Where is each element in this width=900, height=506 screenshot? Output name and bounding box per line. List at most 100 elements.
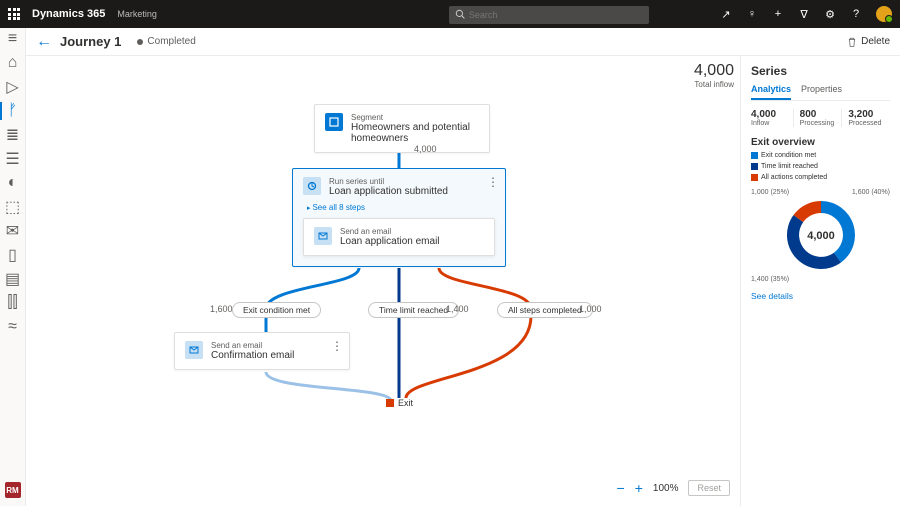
brand-name: Dynamics 365 [32,8,105,20]
donut-chart: 4,000 1,000 (25%) 1,600 (40%) 1,400 (35%… [751,187,890,283]
left-nav-rail: ≡ ⌂ ▷ ᚠ ≣ ☰ ◐ ⬚ ✉ ▯ ▤ ⫿⫿ ≈ RM [0,28,26,506]
donut-label-tl: 1,000 (25%) [751,189,789,196]
exit-icon [386,399,394,407]
chart-legend: Exit condition met Time limit reached Al… [751,152,890,181]
help-icon[interactable]: ? [850,8,862,20]
total-inflow-label: Total inflow [694,80,734,89]
stat-processing: 800 Processing [800,109,843,127]
donut-label-tr: 1,600 (40%) [852,189,890,196]
zoom-reset-button[interactable]: Reset [688,480,730,496]
zoom-out-button[interactable]: − [617,480,625,496]
email-icon [314,227,332,245]
branch-mid-count: 1,400 [446,304,469,314]
settings-icon[interactable]: ⚙ [824,8,836,20]
node-segment[interactable]: Segment Homeowners and potential homeown… [314,104,490,153]
node-more-icon[interactable]: ⋮ [487,175,499,189]
contacts-icon[interactable]: ☰ [6,152,20,166]
confirm-sublabel: Send an email [211,341,294,350]
zoom-level: 100% [653,483,679,494]
properties-panel: Series Analytics Properties 4,000 Inflow… [740,56,900,506]
donut-center-value: 4,000 [807,230,835,242]
total-inflow-value: 4,000 [694,62,734,80]
segments-icon[interactable]: ≣ [6,128,20,142]
search-wrapper [449,5,649,24]
total-inflow: 4,000 Total inflow [694,62,734,89]
assets-icon[interactable]: ⬚ [6,200,20,214]
stats-row: 4,000 Inflow 800 Processing 3,200 Proces… [751,109,890,127]
stat-inflow-label: Inflow [751,120,793,127]
form-icon[interactable]: ▤ [6,272,20,286]
panel-title: Series [751,64,890,78]
insights-icon[interactable]: ≈ [6,320,20,334]
node-series-child[interactable]: Send an email Loan application email [303,218,495,256]
donut-label-bl: 1,400 (35%) [751,276,789,283]
stat-processed-label: Processed [848,120,890,127]
page-icon[interactable]: ▯ [6,248,20,262]
stat-inflow-value: 4,000 [751,109,793,120]
legend-exit: Exit condition met [761,152,816,159]
lightbulb-icon[interactable]: ♀ [746,8,758,20]
segment-sublabel: Segment [351,113,479,122]
exit-node[interactable]: Exit [386,398,413,408]
exit-label: Exit [398,398,413,408]
overview-title: Exit overview [751,137,890,148]
zoom-controls: − + 100% Reset [617,480,730,496]
branch-left-count: 1,600 [210,304,233,314]
rail-bottom: RM [5,482,21,498]
hamburger-icon[interactable]: ≡ [6,32,20,46]
delete-button[interactable]: Delete [847,36,890,47]
segment-label: Homeowners and potential homeowners [351,122,479,144]
delete-label: Delete [861,36,890,47]
see-details-link[interactable]: See details [751,291,793,301]
child-sublabel: Send an email [340,227,440,236]
series-icon [303,177,321,195]
global-header: Dynamics 365 Marketing ↗ ♀ + ∇ ⚙ ? [0,0,900,28]
journey-status: Completed [147,36,195,47]
panel-tabs: Analytics Properties [751,84,890,101]
stat-processing-value: 800 [800,109,842,120]
branch-right-count: 1,000 [579,304,602,314]
child-label: Loan application email [340,236,440,247]
stat-processed-value: 3,200 [848,109,890,120]
tab-analytics[interactable]: Analytics [751,84,791,100]
header-actions: ↗ ♀ + ∇ ⚙ ? [720,6,892,22]
node-series[interactable]: Run series until Loan application submit… [292,168,506,267]
channel-icon[interactable]: ◐ [6,176,20,190]
node-more-icon[interactable]: ⋮ [331,339,343,353]
legend-time: Time limit reached [761,163,818,170]
analytics-icon[interactable]: ⫿⫿ [6,296,20,310]
page-title: Journey 1 [60,34,121,49]
see-all-steps-link[interactable]: See all 8 steps [293,201,505,218]
branch-left-pill[interactable]: Exit condition met [232,302,321,318]
share-icon[interactable]: ↗ [720,8,732,20]
mail-icon[interactable]: ✉ [6,224,20,238]
legend-all: All actions completed [761,174,827,181]
home-icon[interactable]: ⌂ [6,56,20,70]
legend-swatch-exit [751,152,758,159]
zoom-in-button[interactable]: + [635,480,643,496]
series-sublabel: Run series until [329,177,448,186]
command-bar: ← Journey 1 Completed Delete [26,28,900,56]
filter-icon[interactable]: ∇ [798,8,810,20]
status-dot-icon [137,39,143,45]
app-launcher-icon[interactable] [8,8,20,20]
play-icon[interactable]: ▷ [6,80,20,94]
stat-processed: 3,200 Processed [848,109,890,127]
app-name: Marketing [117,9,157,19]
legend-swatch-time [751,163,758,170]
tab-properties[interactable]: Properties [801,84,842,100]
stat-inflow: 4,000 Inflow [751,109,794,127]
search-icon [455,9,465,19]
search-input[interactable] [449,6,649,24]
area-switcher[interactable]: RM [5,482,21,498]
count-after-segment: 4,000 [414,144,437,154]
email-icon [185,341,203,359]
legend-swatch-all [751,174,758,181]
journey-icon[interactable]: ᚠ [6,104,20,118]
add-icon[interactable]: + [772,8,784,20]
user-avatar[interactable] [876,6,892,22]
journey-canvas[interactable]: 4,000 Total inflow Segment Homeowners an… [26,56,740,506]
series-label: Loan application submitted [329,186,448,197]
node-confirmation[interactable]: Send an email Confirmation email ⋮ [174,332,350,370]
back-button[interactable]: ← [36,33,52,51]
